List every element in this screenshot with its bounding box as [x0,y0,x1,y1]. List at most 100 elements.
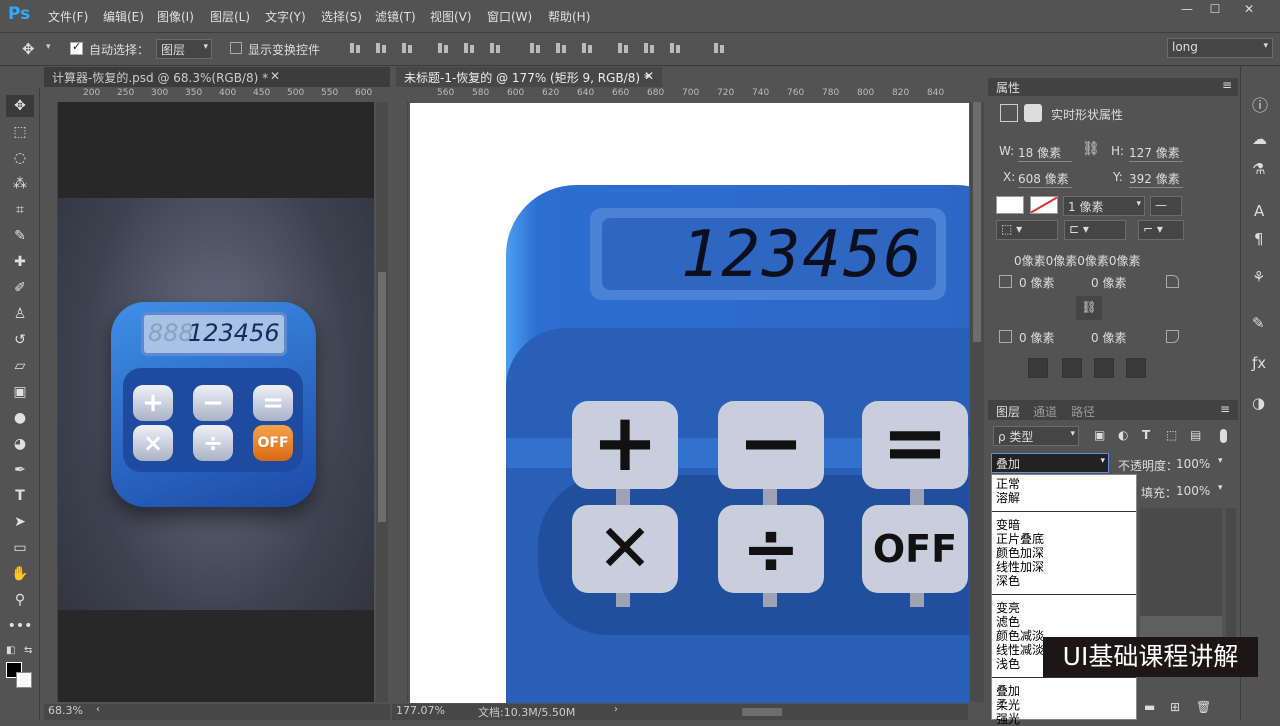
hand-tool-icon[interactable]: ✋ [6,563,34,585]
height-field[interactable]: 127 像素 [1129,144,1183,162]
fill-value[interactable]: 100% [1176,484,1210,498]
stroke-align-dropdown[interactable]: ⬚ ▾ [996,220,1058,240]
pen-tool-icon[interactable]: ✒ [6,459,34,481]
eraser-tool-icon[interactable]: ▱ [6,355,34,377]
panel-menu-icon[interactable]: ≡ [1222,78,1232,92]
info-icon[interactable]: ⓘ [1252,92,1268,116]
align-icon[interactable] [400,41,414,55]
align-icon[interactable] [580,41,594,55]
image-filter-icon[interactable]: ▣ [1094,428,1105,442]
stroke-cap-dropdown[interactable]: ⊏ ▾ [1064,220,1126,240]
chevron-right-icon[interactable]: › [614,704,618,715]
libraries-icon[interactable]: ☁ [1252,130,1267,148]
show-transform-checkbox[interactable] [230,42,242,54]
gradient-tool-icon[interactable]: ▣ [6,381,34,403]
rectangle-tool-icon[interactable]: ▭ [6,537,34,559]
zoom-level[interactable]: 68.3% [48,704,83,717]
dodge-tool-icon[interactable]: ◕ [6,433,34,455]
y-field[interactable]: 392 像素 [1129,170,1183,188]
path-exclude-icon[interactable] [1126,358,1146,378]
default-colors-icon[interactable]: ◧ [6,645,15,656]
menu-select[interactable]: 选择(S) [321,8,362,25]
radius-bottom-right-field[interactable]: 0 像素 [1091,329,1126,346]
align-icon[interactable] [668,41,682,55]
blend-option[interactable]: 变暗 [992,518,1136,532]
width-field[interactable]: 18 像素 [1018,144,1072,162]
scrollbar-horizontal[interactable] [742,708,782,716]
menu-file[interactable]: 文件(F) [48,8,88,25]
radius-top-right-field[interactable]: 0 像素 [1091,274,1126,291]
stroke-corner-dropdown[interactable]: ⌐ ▾ [1138,220,1184,240]
auto-select-dropdown[interactable]: 图层 ▾ [156,39,212,59]
link-radii-icon[interactable]: ⛓ [1076,296,1102,320]
blend-option[interactable]: 正常 [992,477,1136,491]
close-icon[interactable]: ✕ [1238,2,1260,20]
minimize-icon[interactable]: — [1176,2,1198,20]
link-icon[interactable]: ⛓ [1082,141,1100,157]
blend-option[interactable]: 叠加 [992,684,1136,698]
type-filter-icon[interactable]: T [1142,428,1150,442]
character-icon[interactable]: A [1254,202,1264,220]
blend-option[interactable]: 柔光 [992,698,1136,712]
filter-toggle-icon[interactable] [1220,429,1227,443]
lasso-tool-icon[interactable]: ◌ [6,147,34,169]
menu-view[interactable]: 视图(V) [430,8,472,25]
menu-edit[interactable]: 编辑(E) [103,8,144,25]
adjustments-icon[interactable]: ⚗ [1252,160,1265,178]
path-select-tool-icon[interactable]: ➤ [6,511,34,533]
document-2-canvas[interactable]: 123456 + − = ✕ ÷ OFF [410,103,969,703]
mask-properties-icon[interactable] [1024,104,1042,122]
menu-help[interactable]: 帮助(H) [548,8,590,25]
blend-option[interactable]: 正片叠底 [992,532,1136,546]
radius-bottom-left-field[interactable]: 0 像素 [1019,329,1054,346]
clone-source-icon[interactable]: ⚘ [1252,268,1265,286]
align-icon[interactable] [528,41,542,55]
menu-image[interactable]: 图像(I) [157,8,194,25]
stamp-tool-icon[interactable]: ♙ [6,303,34,325]
blend-mode-dropdown[interactable]: 叠加 ▾ [991,453,1109,473]
move-tool-icon[interactable]: ✥ [6,95,34,117]
tab-channels[interactable]: 通道 [1033,403,1057,420]
tab-layers[interactable]: 图层 [996,403,1020,420]
zoom-level[interactable]: 177.07% [396,704,445,717]
auto-select-checkbox[interactable]: ✓ [70,40,83,55]
brush-tool-icon[interactable]: ✐ [6,277,34,299]
close-tab-icon[interactable]: ✕ [270,69,280,83]
align-icon[interactable] [348,41,362,55]
workspace-dropdown[interactable]: long ▾ [1167,38,1273,58]
adjustment-filter-icon[interactable]: ◐ [1118,428,1128,442]
blend-option[interactable]: 滤色 [992,615,1136,629]
paragraph-icon[interactable]: ¶ [1254,230,1264,248]
fill-swatch[interactable] [996,196,1024,214]
folder-icon[interactable]: ▬ [1144,700,1155,714]
more-tools-icon[interactable]: ••• [6,615,34,637]
styles-icon[interactable]: ◑ [1252,394,1265,412]
path-subtract-icon[interactable] [1062,358,1082,378]
chevron-down-icon[interactable]: ▾ [1218,483,1223,493]
zoom-tool-icon[interactable]: ⚲ [6,589,34,611]
blend-option[interactable]: 溶解 [992,491,1136,505]
menu-filter[interactable]: 滤镜(T) [375,8,416,25]
opacity-value[interactable]: 100% [1176,457,1210,471]
tab-paths[interactable]: 路径 [1071,403,1095,420]
background-color-swatch[interactable] [16,672,32,688]
align-icon[interactable] [616,41,630,55]
magic-wand-tool-icon[interactable]: ⁂ [6,173,34,195]
panel-menu-icon[interactable]: ≡ [1220,402,1230,416]
tab-document-1[interactable]: 计算器-恢复的.psd @ 68.3%(RGB/8) * ✕ [44,67,390,87]
smart-object-filter-icon[interactable]: ▤ [1190,428,1201,442]
blend-option[interactable]: 颜色加深 [992,546,1136,560]
blend-option[interactable]: 深色 [992,574,1136,588]
maximize-icon[interactable]: ☐ [1204,2,1226,20]
path-intersect-icon[interactable] [1094,358,1114,378]
x-field[interactable]: 608 像素 [1018,170,1072,188]
trash-icon[interactable]: 🗑 [1196,700,1211,714]
blend-option[interactable]: 强光 [992,712,1136,726]
type-tool-icon[interactable]: T [6,485,34,507]
scrollbar-vertical[interactable] [376,102,388,702]
brush-settings-icon[interactable]: ✎ [1252,314,1265,332]
align-icon[interactable] [436,41,450,55]
menu-layer[interactable]: 图层(L) [210,8,250,25]
path-combine-icon[interactable] [1028,358,1048,378]
scrollbar-vertical[interactable] [970,102,984,702]
